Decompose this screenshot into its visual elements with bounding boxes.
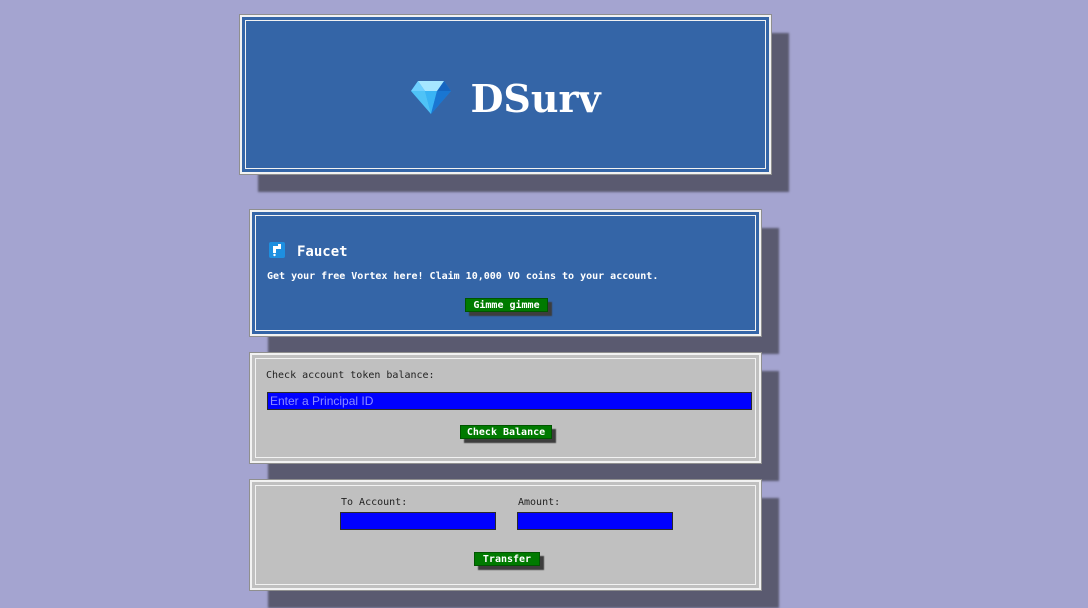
to-account-input[interactable]	[340, 512, 496, 530]
header-title-row: DSurv	[242, 77, 769, 121]
header-banner: DSurv	[239, 14, 772, 175]
amount-input[interactable]	[517, 512, 673, 530]
gimme-button[interactable]: Gimme gimme	[465, 298, 548, 312]
balance-card: Check account token balance: Check Balan…	[249, 352, 762, 464]
faucet-description: Get your free Vortex here! Claim 10,000 …	[267, 271, 659, 282]
faucet-card: Faucet Get your free Vortex here! Claim …	[249, 209, 762, 337]
app-title: DSurv	[470, 76, 601, 121]
amount-label: Amount:	[518, 497, 561, 508]
faucet-icon	[269, 242, 285, 262]
transfer-button[interactable]: Transfer	[474, 552, 540, 566]
diamond-icon	[410, 79, 452, 119]
transfer-card: To Account: Amount: Transfer	[249, 479, 762, 591]
transfer-inner-border	[255, 485, 756, 585]
balance-label: Check account token balance:	[266, 370, 435, 381]
faucet-header: Faucet	[269, 242, 348, 262]
principal-id-input[interactable]	[267, 392, 752, 410]
check-balance-button[interactable]: Check Balance	[460, 425, 552, 439]
faucet-title: Faucet	[297, 244, 348, 260]
to-account-label: To Account:	[341, 497, 408, 508]
